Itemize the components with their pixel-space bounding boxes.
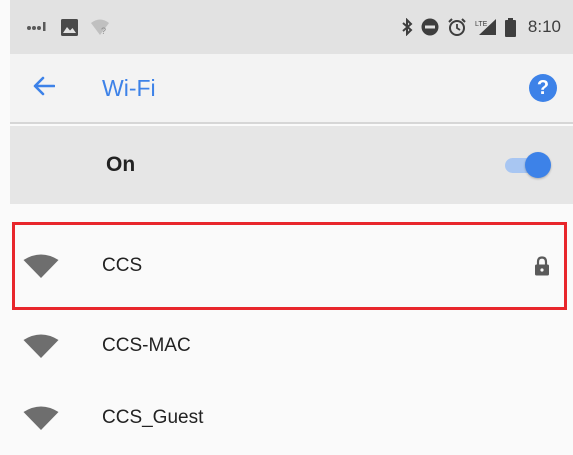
wifi-switch-label: On [106,153,136,176]
network-item-ccs-mac[interactable]: CCS-MAC [10,308,573,384]
status-bar-left: ? [27,18,110,36]
wifi-question-icon: ? [90,18,110,36]
status-bar-right: LTE 8:10 [401,17,561,37]
wifi-signal-icon [22,403,60,433]
wifi-toggle-switch[interactable] [505,150,551,180]
status-bar: ? LTE 8:10 [10,0,573,54]
arrow-back-icon [33,76,56,101]
toggle-thumb [525,152,551,178]
network-name: CCS-MAC [102,335,191,356]
battery-icon [504,17,516,37]
network-name: CCS [102,255,143,276]
lock-icon [531,254,553,278]
wifi-signal-icon [22,331,60,361]
lte-signal-icon: LTE [475,18,497,36]
app-bar: Wi-Fi ? [10,54,573,124]
help-button[interactable]: ? [523,68,563,108]
alarm-icon [447,17,467,37]
image-icon [61,18,78,36]
wifi-signal-icon [22,251,60,281]
help-icon: ? [529,74,557,102]
network-item-ccs[interactable]: CCS [10,228,573,304]
status-bar-time: 8:10 [527,17,561,36]
back-button[interactable] [14,58,74,118]
wifi-master-switch-row[interactable]: On [10,126,573,204]
wifi-settings-screen: ? LTE 8:10 Wi-Fi ? On CCS CCS-MAC CCS_Gu… [0,0,573,455]
network-name: CCS_Guest [102,407,204,428]
signal-dots-icon [27,22,49,32]
network-item-ccs-guest[interactable]: CCS_Guest [10,380,573,455]
do-not-disturb-icon [421,18,439,36]
network-list: CCS CCS-MAC CCS_Guest [0,204,573,455]
page-title: Wi-Fi [102,74,156,101]
bluetooth-icon [401,18,413,36]
svg-text:?: ? [101,26,106,36]
svg-text:LTE: LTE [475,21,488,28]
